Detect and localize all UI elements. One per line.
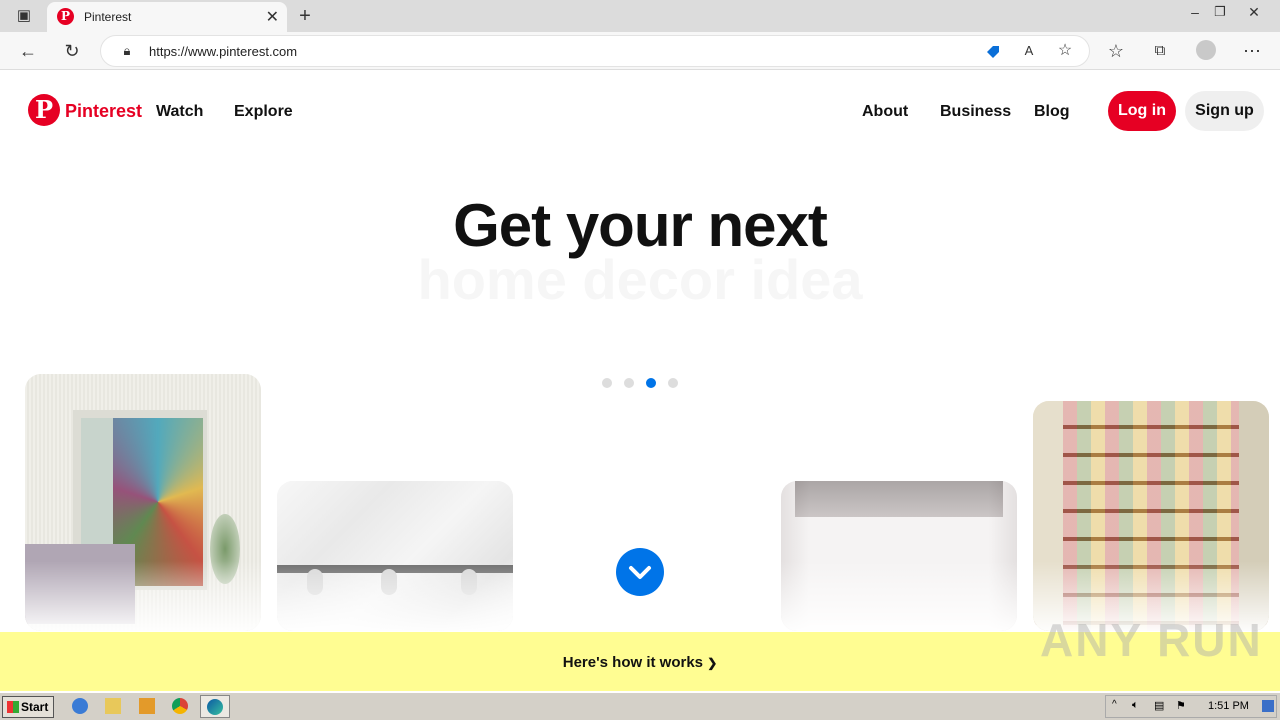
login-button[interactable]: Log in [1108,91,1176,131]
start-button[interactable]: Start [2,696,54,718]
add-favorite-icon[interactable]: ☆ [1053,39,1077,63]
pin-card-bedroom[interactable] [25,374,261,631]
nav-about[interactable]: About [862,103,908,121]
restore-icon[interactable]: ❐ [1208,0,1232,24]
profile-avatar[interactable] [1196,40,1216,60]
pin-card-marble[interactable] [277,481,513,631]
nav-blog[interactable]: Blog [1034,103,1070,121]
windows-logo-icon [7,701,19,713]
pin-card-staircase[interactable] [1033,401,1269,631]
nav-business[interactable]: Business [940,103,1011,121]
pinterest-logo-icon[interactable]: P [28,94,60,126]
pinterest-page: P Pinterest Watch Explore About Business… [0,71,1280,691]
logo-text[interactable]: Pinterest [65,101,142,122]
hero-subheadline: home decor idea [417,248,863,311]
ie-icon[interactable] [72,698,88,714]
close-window-icon[interactable]: ✕ [1242,0,1266,24]
scroll-down-button[interactable] [616,548,664,596]
signup-button[interactable]: Sign up [1185,91,1264,131]
tab-actions-icon[interactable]: ▣ [12,4,36,28]
windows-taskbar: Start ^ 🔈︎ ▤ ⚑ 1:51 PM [0,692,1280,720]
lock-icon: 🔒︎ [123,43,131,58]
nav-watch[interactable]: Watch [156,103,203,121]
close-tab-icon[interactable]: ✕ [266,7,279,27]
volume-icon[interactable]: 🔈︎ [1132,699,1139,712]
pinterest-favicon-icon: P [57,8,74,25]
chevron-down-icon [629,566,651,579]
carousel-dot-4[interactable] [668,378,678,388]
chrome-icon[interactable] [172,698,188,714]
how-it-works-label[interactable]: Here's how it works [563,654,703,671]
address-bar[interactable]: 🔒︎ https://www.pinterest.com A ☆ [100,35,1090,67]
minimize-icon[interactable]: – [1183,0,1207,24]
back-icon[interactable]: ← [16,39,40,63]
more-options-icon[interactable]: ⋯ [1240,39,1264,63]
tracking-shield-icon[interactable] [985,44,1001,60]
show-hidden-icons-icon[interactable]: ^ [1112,699,1117,710]
browser-toolbar: ← ↻ 🔒︎ https://www.pinterest.com A ☆ ☆ ⧉… [0,32,1280,70]
browser-tab[interactable]: P Pinterest ✕ [47,2,287,32]
network-icon[interactable]: ▤ [1154,699,1164,712]
carousel-dot-3[interactable] [646,378,656,388]
favorites-icon[interactable]: ☆ [1104,39,1128,63]
edge-taskbar-button[interactable] [200,695,230,718]
desktop-icon[interactable] [1262,700,1274,712]
nav-explore[interactable]: Explore [234,103,293,121]
system-tray: ^ 🔈︎ ▤ ⚑ [1105,695,1277,718]
anyrun-watermark: ANY RUN [1040,614,1263,666]
pin-card-room[interactable] [781,481,1017,631]
read-aloud-icon[interactable]: A [1017,39,1041,63]
carousel-dot-2[interactable] [624,378,634,388]
chevron-down-small-icon: ❯ [707,656,718,670]
flag-icon[interactable]: ⚑ [1176,699,1186,712]
collections-icon[interactable]: ⧉ [1148,39,1172,63]
carousel-dot-1[interactable] [602,378,612,388]
media-player-icon[interactable] [139,698,155,714]
tab-title: Pinterest [84,10,132,24]
explorer-icon[interactable] [105,698,121,714]
url-text: https://www.pinterest.com [149,44,298,59]
edge-icon [207,699,223,715]
start-label: Start [21,700,49,714]
clock: 1:51 PM [1208,700,1249,712]
new-tab-icon[interactable]: + [293,4,317,28]
refresh-icon[interactable]: ↻ [60,39,84,63]
browser-tab-strip: ▣ P Pinterest ✕ + – ❐ ✕ [0,0,1280,32]
